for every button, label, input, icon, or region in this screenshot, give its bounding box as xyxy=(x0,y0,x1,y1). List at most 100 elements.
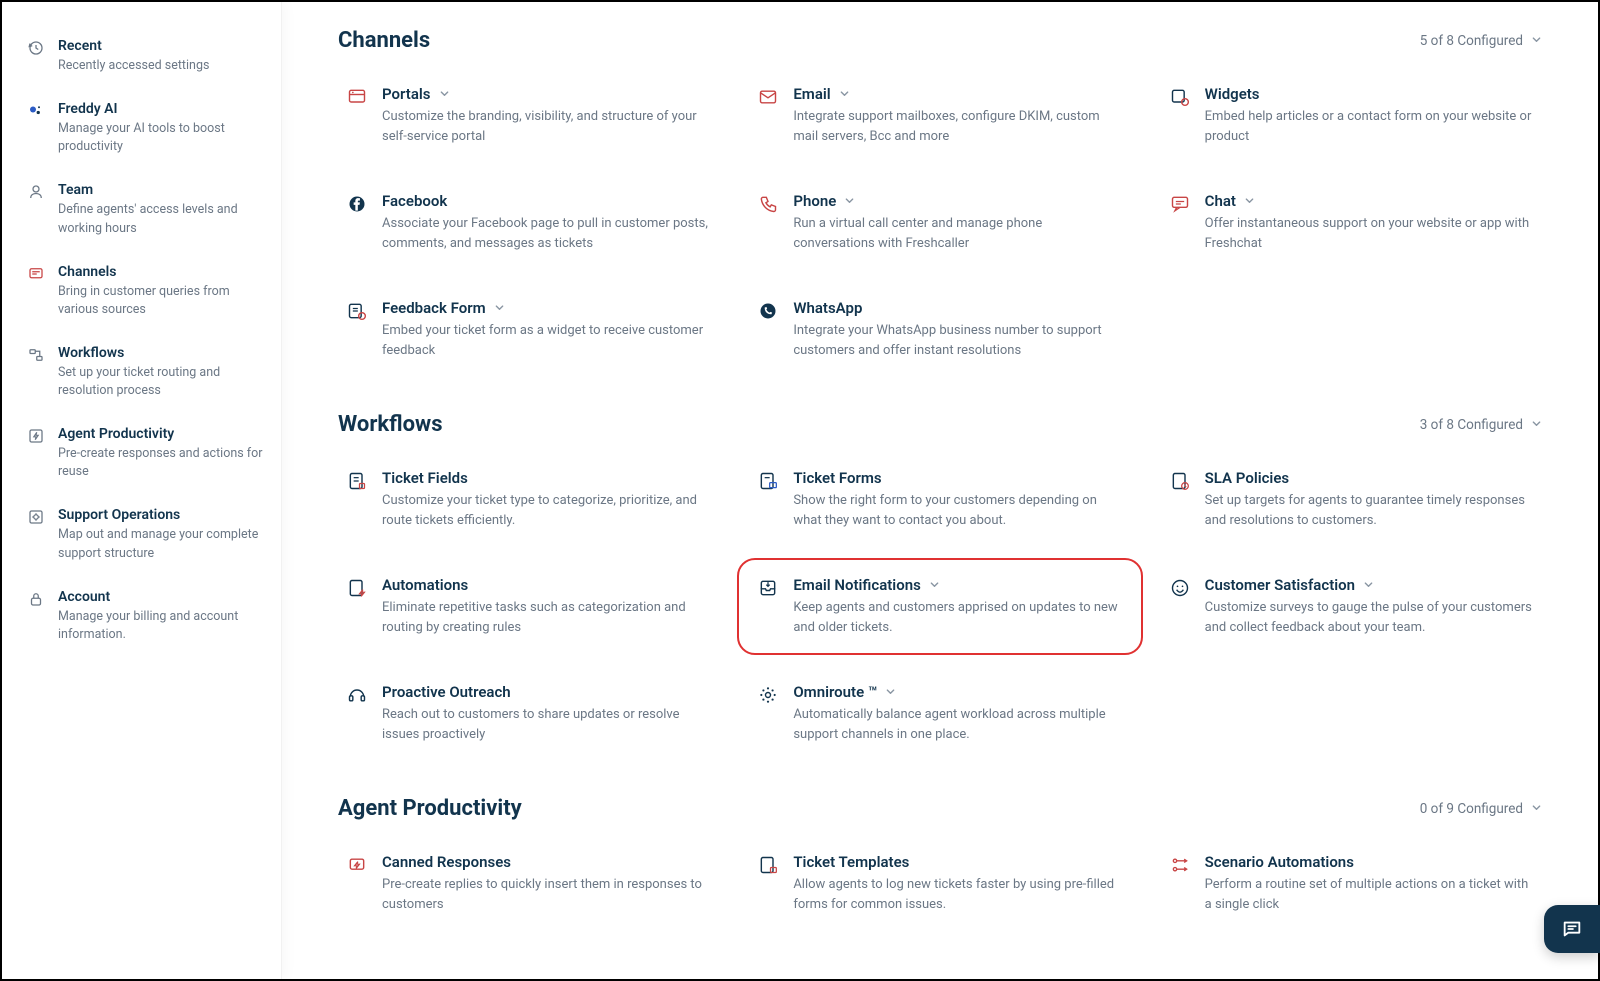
card-title-text: Customer Satisfaction xyxy=(1205,576,1355,594)
card-portals[interactable]: PortalsCustomize the branding, visibilit… xyxy=(338,79,719,152)
card-omniroute[interactable]: Omniroute ™ Automatically balance agent w… xyxy=(749,677,1130,750)
card-desc: Keep agents and customers apprised on up… xyxy=(793,598,1122,637)
user-icon xyxy=(26,182,46,202)
forms-icon xyxy=(757,471,779,493)
card-facebook[interactable]: Facebook Associate your Facebook page to … xyxy=(338,186,719,259)
sidebar-item-freddy-ai[interactable]: Freddy AI Manage your AI tools to boost p… xyxy=(26,91,263,172)
sidebar-item-agent-productivity[interactable]: Agent ProductivityPre-create responses a… xyxy=(26,416,263,497)
whatsapp-icon xyxy=(757,301,779,323)
card-ticket-forms[interactable]: Ticket FormsShow the right form to your … xyxy=(749,463,1130,536)
card-title-text: SLA Policies xyxy=(1205,469,1289,487)
card-title-text: Automations xyxy=(382,576,468,594)
card-title-text: Chat xyxy=(1205,192,1236,210)
card-chat[interactable]: Chat Offer instantaneous support on your … xyxy=(1161,186,1542,259)
card-desc: Run a virtual call center and manage pho… xyxy=(793,214,1122,253)
card-title-text: Ticket Fields xyxy=(382,469,468,487)
card-title-text: Omniroute ™ xyxy=(793,683,877,701)
chat-icon xyxy=(1561,918,1583,940)
sidebar-item-team[interactable]: TeamDefine agents' access levels and wor… xyxy=(26,172,263,253)
chevron-down-icon xyxy=(494,303,505,314)
section-title: Workflows xyxy=(338,412,443,437)
sidebar-item-desc: Manage your AI tools to boost productivi… xyxy=(58,120,263,156)
card-whatsapp[interactable]: WhatsApp Integrate your WhatsApp business… xyxy=(749,293,1130,366)
lock-icon xyxy=(26,589,46,609)
omni-icon xyxy=(757,685,779,707)
widget-icon xyxy=(1169,87,1191,109)
card-desc: Set up targets for agents to guarantee t… xyxy=(1205,491,1534,530)
ai-sparkle-icon xyxy=(26,101,46,121)
card-proactive-outreach[interactable]: Proactive OutreachReach out to customers… xyxy=(338,677,719,750)
card-widgets[interactable]: WidgetsEmbed help articles or a contact … xyxy=(1161,79,1542,152)
ops-icon xyxy=(26,507,46,527)
clock-back-icon xyxy=(26,38,46,58)
sidebar-item-desc: Define agents' access levels and working… xyxy=(58,201,263,237)
sidebar-item-desc: Manage your billing and account informat… xyxy=(58,608,263,644)
card-email-notifications[interactable]: Email Notifications Keep agents and custo… xyxy=(749,570,1130,643)
chevron-down-icon xyxy=(1531,803,1542,814)
chevron-down-icon xyxy=(844,196,855,207)
workflow-icon xyxy=(26,345,46,365)
card-email[interactable]: EmailIntegrate support mailboxes, config… xyxy=(749,79,1130,152)
sidebar-item-support-operations[interactable]: Support Operations Map out and manage you… xyxy=(26,497,263,578)
card-customer-satisfaction[interactable]: Customer SatisfactionCustomize surveys t… xyxy=(1161,570,1542,643)
sidebar-item-recent[interactable]: RecentRecently accessed settings xyxy=(26,28,263,91)
sidebar-item-channels[interactable]: ChannelsBring in customer queries from v… xyxy=(26,254,263,335)
card-desc: Eliminate repetitive tasks such as categ… xyxy=(382,598,711,637)
section-status[interactable]: 0 of 9 Configured xyxy=(1420,801,1542,817)
chevron-down-icon xyxy=(1531,35,1542,46)
card-desc: Integrate your WhatsApp business number … xyxy=(793,321,1122,360)
card-title-text: Ticket Forms xyxy=(793,469,881,487)
card-desc: Offer instantaneous support on your webs… xyxy=(1205,214,1534,253)
sidebar-item-title: Account xyxy=(58,589,263,605)
chat-fab[interactable] xyxy=(1544,905,1600,953)
scenario-icon xyxy=(1169,855,1191,877)
card-title-text: WhatsApp xyxy=(793,299,862,317)
card-desc: Associate your Facebook page to pull in … xyxy=(382,214,711,253)
section-workflows: Workflows 3 of 8 Configured Ticket Fields C… xyxy=(338,412,1542,750)
bolt-box-icon xyxy=(26,426,46,446)
card-phone[interactable]: Phone Run a virtual call center and manag… xyxy=(749,186,1130,259)
card-canned-responses[interactable]: Canned ResponsesPre-create replies to qu… xyxy=(338,847,719,920)
sidebar-item-desc: Map out and manage your complete support… xyxy=(58,526,263,562)
facebook-icon xyxy=(346,194,368,216)
card-title-text: Email Notifications xyxy=(793,576,920,594)
sidebar-item-title: Workflows xyxy=(58,345,263,361)
template-icon xyxy=(757,855,779,877)
sidebar-item-title: Agent Productivity xyxy=(58,426,263,442)
card-title-text: Phone xyxy=(793,192,836,210)
card-title-text: Feedback Form xyxy=(382,299,486,317)
feedback-icon xyxy=(346,301,368,323)
settings-main: Channels5 of 8 ConfiguredPortalsCustomiz… xyxy=(282,2,1598,979)
card-title-text: Scenario Automations xyxy=(1205,853,1354,871)
channel-icon xyxy=(26,264,46,284)
card-title-text: Facebook xyxy=(382,192,447,210)
fields-icon xyxy=(346,471,368,493)
card-title-text: Email xyxy=(793,85,830,103)
section-status[interactable]: 5 of 8 Configured xyxy=(1420,33,1542,49)
sidebar-item-title: Support Operations xyxy=(58,507,263,523)
sidebar-item-title: Freddy AI xyxy=(58,101,263,117)
section-title: Channels xyxy=(338,28,430,53)
card-ticket-templates[interactable]: Ticket TemplatesAllow agents to log new … xyxy=(749,847,1130,920)
chevron-down-icon xyxy=(1363,580,1374,591)
card-scenario-automations[interactable]: Scenario AutomationsPerform a routine se… xyxy=(1161,847,1542,920)
card-title-text: Portals xyxy=(382,85,431,103)
canned-icon xyxy=(346,855,368,877)
card-title-text: Widgets xyxy=(1205,85,1260,103)
section-title: Agent Productivity xyxy=(338,796,522,821)
card-feedback-form[interactable]: Feedback Form Embed your ticket form as a… xyxy=(338,293,719,366)
card-desc: Customize your ticket type to categorize… xyxy=(382,491,711,530)
sidebar-item-account[interactable]: Account Manage your billing and account i… xyxy=(26,579,263,660)
card-desc: Automatically balance agent workload acr… xyxy=(793,705,1122,744)
card-sla-policies[interactable]: SLA Policies Set up targets for agents to… xyxy=(1161,463,1542,536)
card-desc: Embed your ticket form as a widget to re… xyxy=(382,321,711,360)
section-status[interactable]: 3 of 8 Configured xyxy=(1420,417,1542,433)
sidebar-item-workflows[interactable]: Workflows Set up your ticket routing and … xyxy=(26,335,263,416)
settings-sidebar: RecentRecently accessed settingsFreddy A… xyxy=(2,2,282,979)
section-status-text: 3 of 8 Configured xyxy=(1420,417,1523,433)
sidebar-item-desc: Recently accessed settings xyxy=(58,57,209,75)
card-title-text: Ticket Templates xyxy=(793,853,909,871)
sidebar-item-desc: Set up your ticket routing and resolutio… xyxy=(58,364,263,400)
card-ticket-fields[interactable]: Ticket Fields Customize your ticket type … xyxy=(338,463,719,536)
card-automations[interactable]: Automations Eliminate repetitive tasks su… xyxy=(338,570,719,643)
